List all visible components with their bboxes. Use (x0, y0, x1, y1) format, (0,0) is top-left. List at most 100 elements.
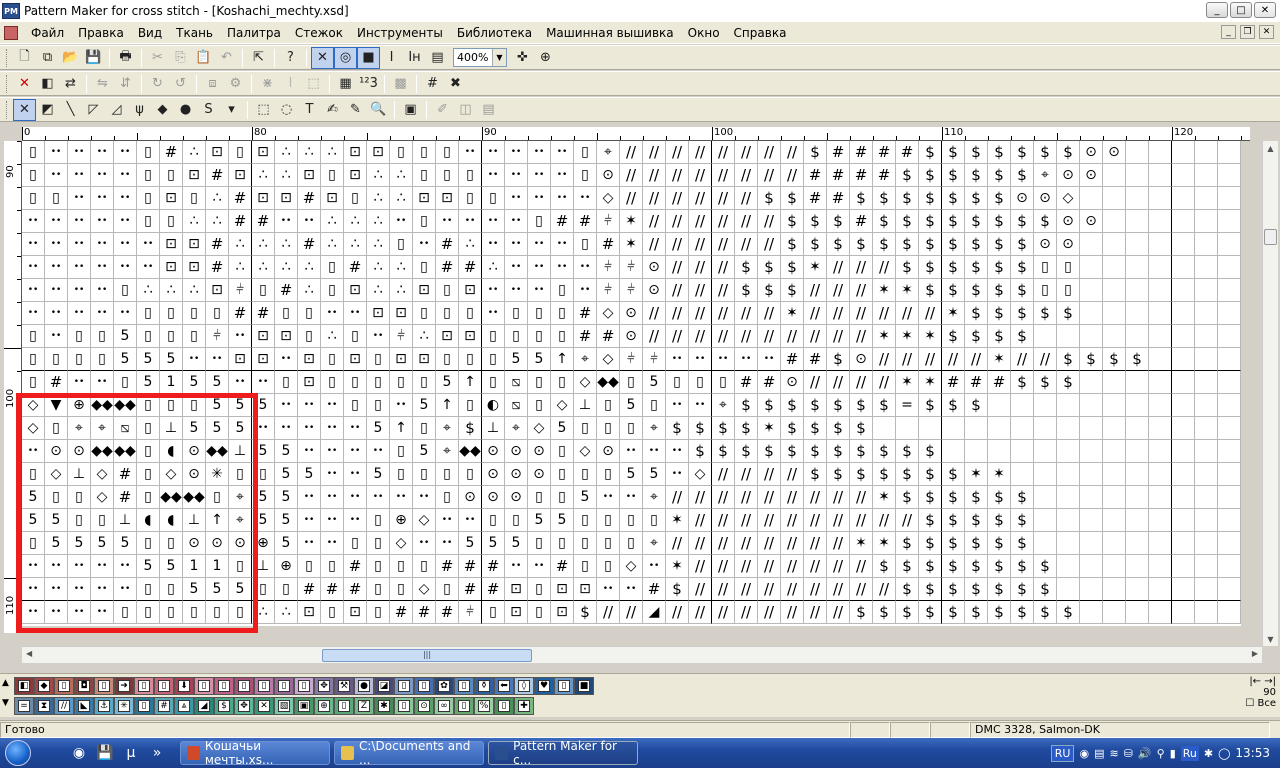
grid-cell[interactable]: •• (298, 417, 321, 440)
grid-cell[interactable]: ◆◆ (459, 440, 482, 463)
grid-cell[interactable]: ◖ (160, 509, 183, 532)
grid-cell[interactable]: •• (229, 325, 252, 348)
grid-cell[interactable] (1149, 256, 1172, 279)
grid-cell[interactable] (1126, 555, 1149, 578)
grid-cell[interactable]: ⊕ (275, 555, 298, 578)
grid-cell[interactable]: // (758, 463, 781, 486)
grid-cell[interactable]: // (804, 371, 827, 394)
palette-swatch[interactable]: ♥ (534, 677, 554, 695)
grid-cell[interactable]: ✶ (758, 417, 781, 440)
grid-cell[interactable]: // (712, 210, 735, 233)
delete-icon[interactable]: ✕ (13, 73, 36, 95)
grid-cell[interactable]: •• (68, 555, 91, 578)
grid-cell[interactable]: ◇ (160, 463, 183, 486)
grid-cell[interactable]: •• (68, 210, 91, 233)
grid-cell[interactable]: $ (1034, 210, 1057, 233)
grid-cell[interactable]: $ (942, 509, 965, 532)
grid-cell[interactable]: ▯ (574, 233, 597, 256)
vertical-scrollbar[interactable]: ▲ ▼ (1262, 141, 1278, 646)
grid-cell[interactable] (1103, 509, 1126, 532)
grid-cell[interactable]: # (804, 348, 827, 371)
grid-cell[interactable]: ◇ (45, 463, 68, 486)
grid-cell[interactable] (1195, 279, 1218, 302)
grid-cell[interactable] (1057, 532, 1080, 555)
grid-cell[interactable]: // (758, 325, 781, 348)
grid-cell[interactable] (1126, 141, 1149, 164)
undo-icon[interactable]: ↶ (215, 47, 238, 69)
grid-cell[interactable]: ▯ (436, 302, 459, 325)
grid-cell[interactable]: ▯ (344, 371, 367, 394)
grid-cell[interactable]: // (689, 578, 712, 601)
grid-cell[interactable]: $ (1011, 532, 1034, 555)
grid-cell[interactable]: ▯ (137, 601, 160, 624)
grid-cell[interactable] (1034, 417, 1057, 440)
grid-cell[interactable]: # (873, 164, 896, 187)
grid-cell[interactable]: ▯ (160, 394, 183, 417)
grid-cell[interactable] (1172, 509, 1195, 532)
grid-cell[interactable]: ⊡ (459, 279, 482, 302)
palette-swatch[interactable]: % (474, 697, 494, 715)
grid-cell[interactable]: // (666, 164, 689, 187)
grid-cell[interactable]: // (712, 601, 735, 624)
grid-cell[interactable]: ▯ (505, 509, 528, 532)
grid-cell[interactable] (1172, 417, 1195, 440)
grid-cell[interactable]: $ (896, 210, 919, 233)
grid-cell[interactable]: ⊡ (229, 348, 252, 371)
grid-cell[interactable]: // (896, 302, 919, 325)
palette-swatch[interactable]: ▯ (294, 677, 314, 695)
grid-cell[interactable] (1172, 279, 1195, 302)
grid-cell[interactable] (1126, 486, 1149, 509)
grid-cell[interactable]: •• (91, 141, 114, 164)
grid-cell[interactable]: // (781, 578, 804, 601)
grid-cell[interactable]: // (666, 532, 689, 555)
grid-cell[interactable]: # (551, 555, 574, 578)
grid-cell[interactable]: ∴ (321, 325, 344, 348)
grid-cell[interactable]: $ (965, 279, 988, 302)
print-icon[interactable]: 🖶 (114, 47, 137, 69)
palette-swatch[interactable]: ◆ (34, 677, 54, 695)
list-icon[interactable]: ▤ (426, 47, 449, 69)
palette-swatch[interactable]: ◧ (14, 677, 34, 695)
grid-cell[interactable]: # (643, 578, 666, 601)
grid-cell[interactable]: ▯ (574, 555, 597, 578)
grid-cell[interactable]: $ (873, 440, 896, 463)
grid-cell[interactable]: $ (942, 532, 965, 555)
grid-cell[interactable]: # (229, 210, 252, 233)
grid-cell[interactable] (1034, 440, 1057, 463)
grid-cell[interactable]: $ (919, 509, 942, 532)
grid-cell[interactable]: ⫩ (459, 601, 482, 624)
grid-cell[interactable]: ▯ (712, 371, 735, 394)
grid-cell[interactable]: •• (459, 141, 482, 164)
palette-swatch[interactable]: ▯ (554, 677, 574, 695)
grid-cell[interactable]: // (804, 601, 827, 624)
toolbar-grip[interactable] (6, 100, 9, 119)
grid-cell[interactable]: ▯ (459, 394, 482, 417)
grid-cell[interactable]: 5 (275, 440, 298, 463)
full-stitch-icon[interactable]: ✕ (13, 98, 36, 121)
grid-cell[interactable]: •• (22, 279, 45, 302)
tray-usb-icon[interactable]: ⚲ (1157, 747, 1165, 760)
grid-cell[interactable]: # (436, 601, 459, 624)
grid-cell[interactable]: ⊡ (252, 348, 275, 371)
grid-cell[interactable]: $ (804, 440, 827, 463)
grid-cell[interactable]: # (252, 210, 275, 233)
grid-cell[interactable]: $ (781, 394, 804, 417)
grid-cell[interactable] (1057, 394, 1080, 417)
grid-cell[interactable]: ▯ (45, 187, 68, 210)
grid-cell[interactable]: •• (505, 141, 528, 164)
grid-cell[interactable]: ⊡ (275, 187, 298, 210)
grid-cell[interactable] (1195, 210, 1218, 233)
grid-cell[interactable]: $ (850, 440, 873, 463)
grid-cell[interactable]: $ (781, 440, 804, 463)
grid-cell[interactable]: $ (942, 463, 965, 486)
grid-cell[interactable]: ▯ (551, 486, 574, 509)
grid-cell[interactable]: ▯ (505, 325, 528, 348)
grid-cell[interactable]: // (827, 325, 850, 348)
grid-cell[interactable]: ▯ (574, 141, 597, 164)
grid-cell[interactable]: // (620, 187, 643, 210)
grid-cell[interactable]: ⊡ (413, 348, 436, 371)
palette-swatch[interactable]: ⬇ (174, 677, 194, 695)
grid-cell[interactable]: $ (1034, 141, 1057, 164)
grid-cell[interactable]: •• (321, 417, 344, 440)
grid-cell[interactable]: $ (1011, 279, 1034, 302)
